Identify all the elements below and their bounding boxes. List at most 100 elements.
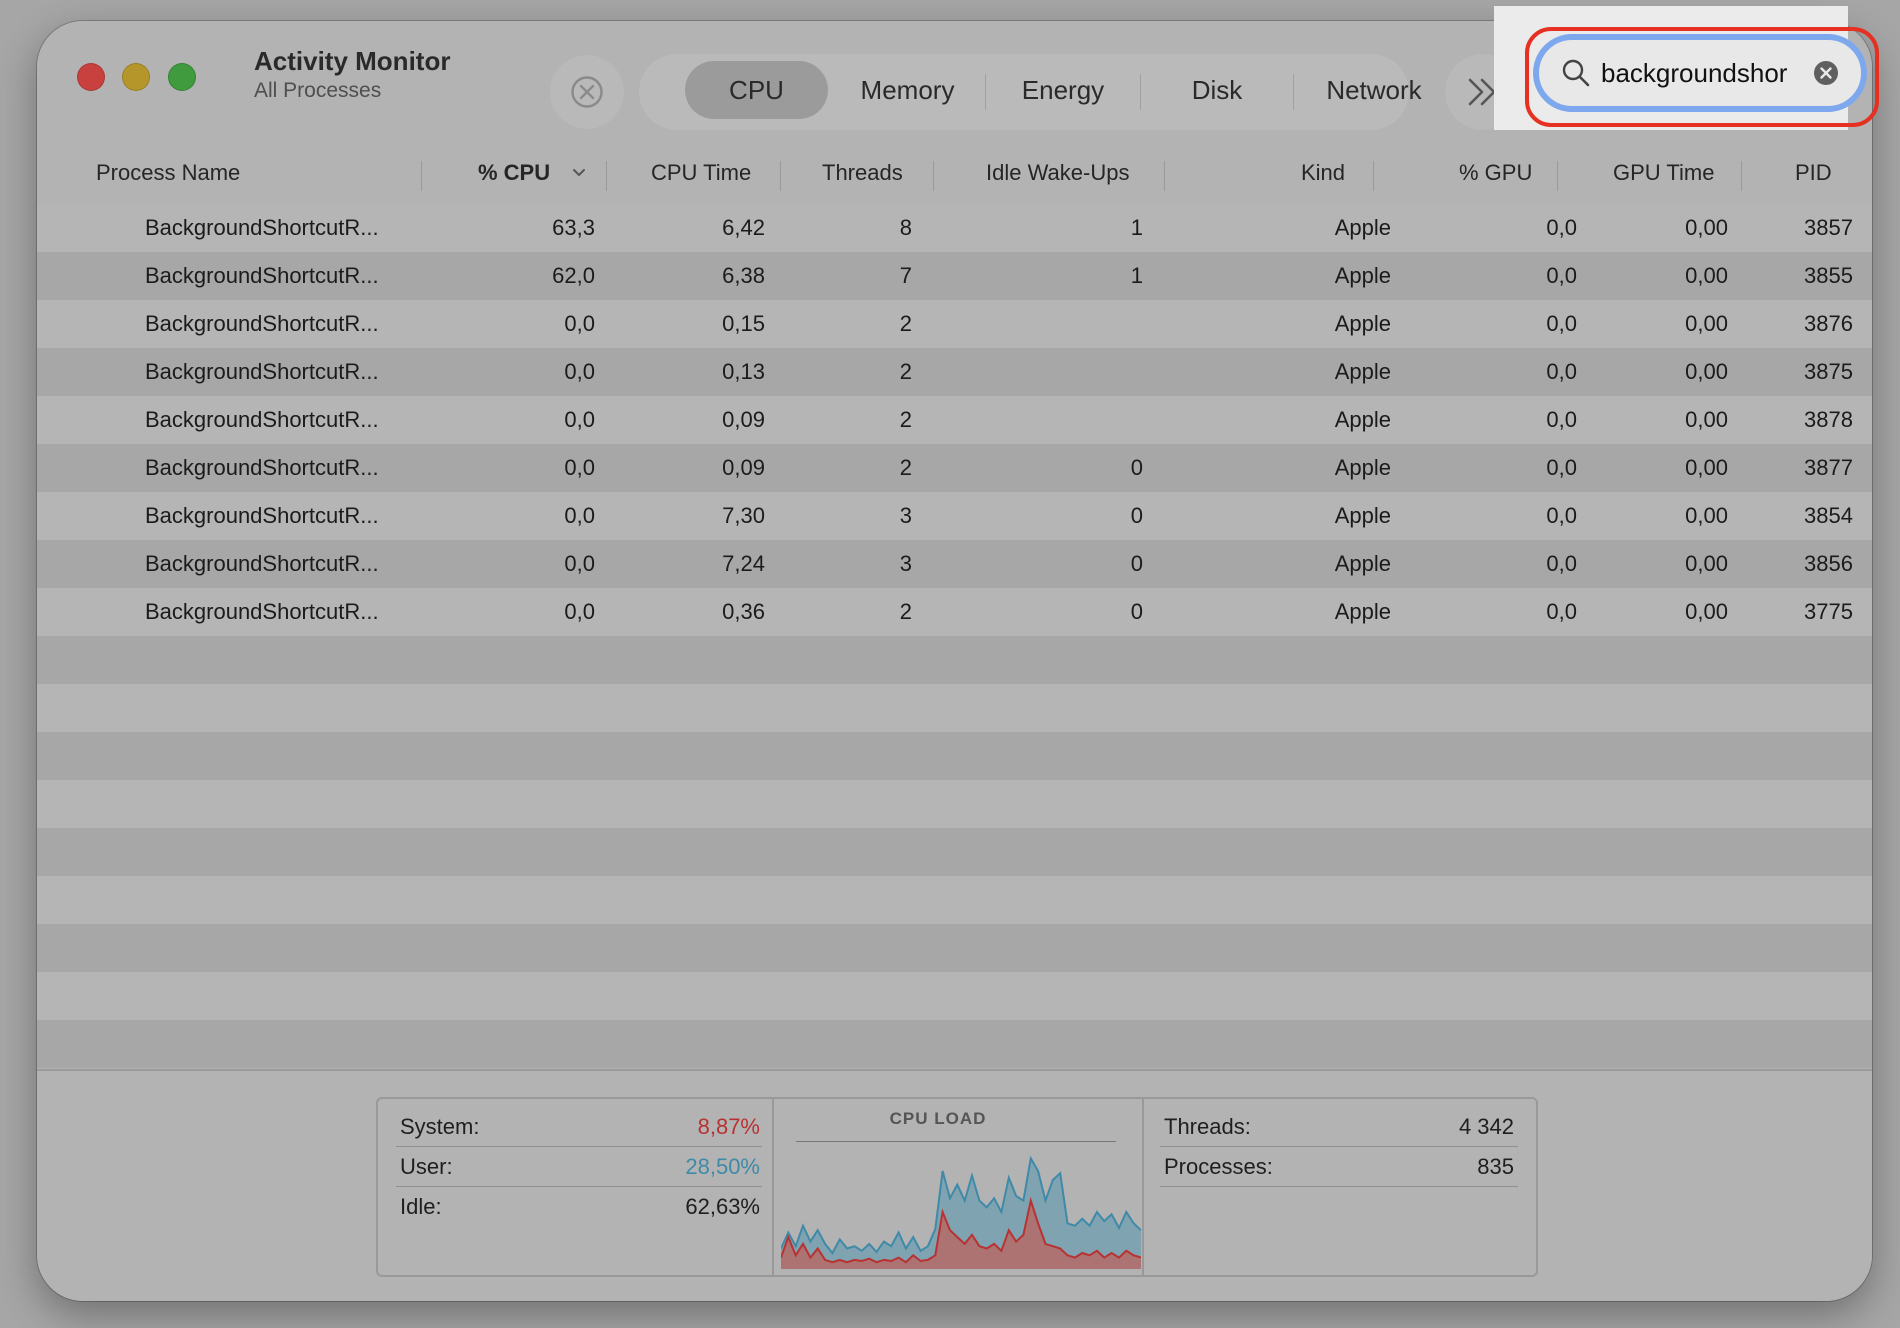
stat-idle-label: Idle: <box>400 1194 442 1219</box>
cell-gpu-percent: 0,0 <box>1546 599 1577 624</box>
empty-table-row <box>37 684 1872 732</box>
minimize-window-button[interactable] <box>122 63 150 91</box>
cell-idle-wake-ups: 0 <box>1130 599 1143 624</box>
tab-memory[interactable]: Memory <box>831 61 984 119</box>
stat-processes: Processes: 835 <box>1164 1147 1514 1187</box>
column-header-gpu-time[interactable]: GPU Time <box>1613 160 1714 186</box>
stat-user-label: User: <box>400 1154 453 1179</box>
cell-threads: 2 <box>899 359 912 384</box>
tab-network[interactable]: Network <box>1295 61 1453 119</box>
table-header: Process Name % CPU CPU Time Threads Idle… <box>37 133 1872 206</box>
cell-cpu-time: 7,30 <box>722 503 765 528</box>
cell-process-name: BackgroundShortcutR... <box>145 359 379 384</box>
table-row[interactable]: BackgroundShortcutR... 62,0 6,38 7 1 Apple 0,0… <box>37 252 1872 300</box>
cell-gpu-percent: 0,0 <box>1546 551 1577 576</box>
stat-threads-label: Threads: <box>1164 1114 1251 1139</box>
cell-threads: 7 <box>899 263 912 288</box>
cell-kind: Apple <box>1334 551 1391 576</box>
cell-gpu-percent: 0,0 <box>1546 359 1577 384</box>
table-row[interactable]: BackgroundShortcutR... 0,0 7,24 3 0 Apple 0,0 0… <box>37 540 1872 588</box>
cell-idle-wake-ups: 1 <box>1130 263 1143 288</box>
table-row[interactable]: BackgroundShortcutR... 0,0 0,09 2 Apple 0,0 0,… <box>37 396 1872 444</box>
cell-kind: Apple <box>1334 311 1391 336</box>
column-header-gpu-percent[interactable]: % GPU <box>1459 160 1532 186</box>
cell-cpu-time: 0,15 <box>722 311 765 336</box>
cell-idle-wake-ups: 0 <box>1130 503 1143 528</box>
tab-separator <box>1140 74 1141 110</box>
table-row[interactable]: BackgroundShortcutR... 0,0 7,30 3 0 Apple 0,0 0… <box>37 492 1872 540</box>
activity-monitor-window: Activity Monitor All Processes CPU Memor… <box>37 21 1872 1301</box>
window-title: Activity Monitor <box>254 46 451 76</box>
empty-table-row <box>37 828 1872 876</box>
tab-disk[interactable]: Disk <box>1142 61 1292 119</box>
stat-user-value: 28,50% <box>685 1154 760 1179</box>
cell-gpu-time: 0,00 <box>1685 263 1728 288</box>
cell-cpu-time: 0,09 <box>722 407 765 432</box>
table-row[interactable]: BackgroundShortcutR... 0,0 0,15 2 Apple 0,0 0,… <box>37 300 1872 348</box>
column-header-pid[interactable]: PID <box>1795 160 1832 186</box>
tab-energy[interactable]: Energy <box>987 61 1139 119</box>
column-header-process-name[interactable]: Process Name <box>96 160 240 186</box>
column-header-idle-wake-ups[interactable]: Idle Wake-Ups <box>986 160 1129 186</box>
stat-idle-value: 62,63% <box>685 1194 760 1219</box>
stat-processes-label: Processes: <box>1164 1154 1273 1179</box>
column-separator <box>421 161 422 191</box>
cell-cpu-time: 0,13 <box>722 359 765 384</box>
cell-gpu-time: 0,00 <box>1685 551 1728 576</box>
sort-descending-icon <box>573 169 585 177</box>
stat-user: User: 28,50% <box>400 1147 760 1187</box>
cell-threads: 8 <box>899 215 912 240</box>
column-separator <box>1557 161 1558 191</box>
cell-cpu-percent: 0,0 <box>564 359 595 384</box>
table-row[interactable]: BackgroundShortcutR... 0,0 0,36 2 0 Apple 0,0 0… <box>37 588 1872 636</box>
cell-gpu-percent: 0,0 <box>1546 263 1577 288</box>
cell-kind: Apple <box>1334 407 1391 432</box>
zoom-window-button[interactable] <box>168 63 196 91</box>
column-separator <box>780 161 781 191</box>
cell-cpu-time: 0,36 <box>722 599 765 624</box>
cell-kind: Apple <box>1334 455 1391 480</box>
column-header-kind[interactable]: Kind <box>1301 160 1345 186</box>
cell-gpu-percent: 0,0 <box>1546 407 1577 432</box>
empty-table-row <box>37 876 1872 924</box>
cell-idle-wake-ups <box>1037 300 1143 348</box>
cell-pid: 3876 <box>1804 311 1853 336</box>
cell-gpu-time: 0,00 <box>1685 359 1728 384</box>
column-separator <box>606 161 607 191</box>
cell-threads: 2 <box>899 311 912 336</box>
cell-idle-wake-ups: 1 <box>1130 215 1143 240</box>
cell-cpu-percent: 62,0 <box>552 263 595 288</box>
cell-kind: Apple <box>1334 359 1391 384</box>
cell-process-name: BackgroundShortcutR... <box>145 263 379 288</box>
column-header-cpu-time[interactable]: CPU Time <box>651 160 751 186</box>
tab-separator <box>985 74 986 110</box>
column-separator <box>1373 161 1374 191</box>
cell-idle-wake-ups <box>1037 396 1143 444</box>
table-row[interactable]: BackgroundShortcutR... 63,3 6,42 8 1 Apple 0,0… <box>37 204 1872 252</box>
divider <box>1142 1099 1144 1275</box>
cell-process-name: BackgroundShortcutR... <box>145 215 379 240</box>
cell-idle-wake-ups <box>1037 348 1143 396</box>
tab-cpu[interactable]: CPU <box>685 61 828 119</box>
cell-pid: 3775 <box>1804 599 1853 624</box>
cell-cpu-percent: 0,0 <box>564 407 595 432</box>
column-header-cpu-percent[interactable]: % CPU <box>478 160 550 186</box>
cell-gpu-time: 0,00 <box>1685 215 1728 240</box>
cell-cpu-time: 0,09 <box>722 455 765 480</box>
divider <box>772 1099 774 1275</box>
cpu-summary-panel: System: 8,87% User: 28,50% Idle: 62,63% … <box>37 1069 1872 1301</box>
cell-process-name: BackgroundShortcutR... <box>145 455 379 480</box>
cpu-load-title: CPU LOAD <box>889 1109 987 1128</box>
table-row[interactable]: BackgroundShortcutR... 0,0 0,13 2 Apple 0,0 0,… <box>37 348 1872 396</box>
stop-process-button[interactable] <box>550 55 624 129</box>
cell-cpu-time: 6,42 <box>722 215 765 240</box>
table-row[interactable]: BackgroundShortcutR... 0,0 0,09 2 0 Apple 0,0 0… <box>37 444 1872 492</box>
column-separator <box>933 161 934 191</box>
cell-pid: 3878 <box>1804 407 1853 432</box>
empty-table-row <box>37 636 1872 684</box>
cell-pid: 3855 <box>1804 263 1853 288</box>
column-header-threads[interactable]: Threads <box>822 160 903 186</box>
cell-process-name: BackgroundShortcutR... <box>145 599 379 624</box>
close-window-button[interactable] <box>77 63 105 91</box>
cell-kind: Apple <box>1334 599 1391 624</box>
